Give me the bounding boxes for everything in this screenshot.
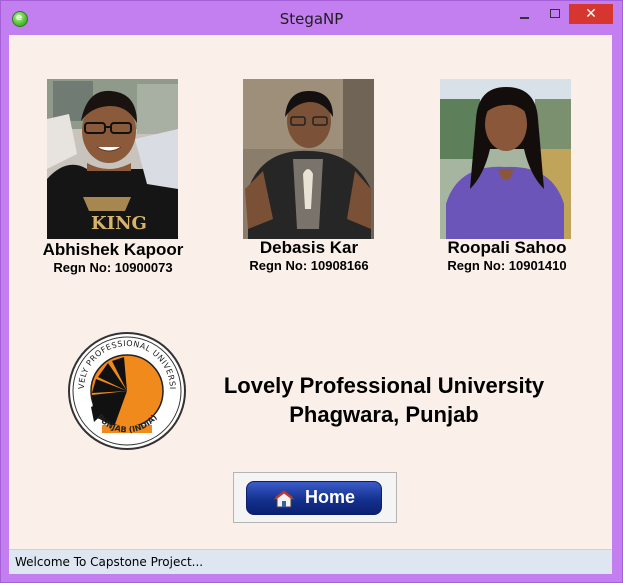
- home-button[interactable]: Home: [246, 481, 382, 515]
- university-location: Phagwara, Punjab: [289, 402, 479, 427]
- university-name: Lovely Professional University: [223, 373, 545, 398]
- title-bar[interactable]: e StegaNP ✕: [1, 1, 622, 35]
- minimize-icon: [520, 17, 529, 19]
- photo-debasis-kar: [243, 79, 374, 239]
- maximize-icon: [550, 9, 560, 18]
- minimize-button[interactable]: [511, 4, 539, 24]
- close-icon: ✕: [585, 6, 597, 22]
- photo-abhishek-kapoor: KING: [47, 79, 178, 239]
- person-name-1: Abhishek Kapoor: [42, 240, 184, 259]
- svg-text:KING: KING: [91, 213, 147, 234]
- house-icon: [273, 490, 295, 508]
- person-regn-3: Regn No: 10901410: [447, 258, 567, 273]
- maximize-button[interactable]: [541, 4, 569, 24]
- person-regn-1: Regn No: 10900073: [53, 260, 173, 275]
- home-button-frame: Home: [233, 472, 397, 523]
- person-name-3: Roopali Sahoo: [447, 238, 567, 257]
- app-window: e StegaNP ✕ KING Abhishek Kapoor Regn No…: [0, 0, 623, 583]
- status-text: Welcome To Capstone Project...: [15, 555, 204, 569]
- main-panel: KING Abhishek Kapoor Regn No: 10900073 D…: [9, 35, 612, 573]
- university-logo: LOVELY PROFESSIONAL UNIVERSITY PUNJAB (I…: [62, 320, 188, 457]
- close-button[interactable]: ✕: [569, 4, 613, 24]
- person-name-2: Debasis Kar: [259, 238, 359, 257]
- home-button-label: Home: [305, 487, 356, 507]
- status-bar: Welcome To Capstone Project...: [9, 549, 612, 574]
- person-regn-2: Regn No: 10908166: [249, 258, 369, 273]
- photo-roopali-sahoo: [440, 79, 571, 239]
